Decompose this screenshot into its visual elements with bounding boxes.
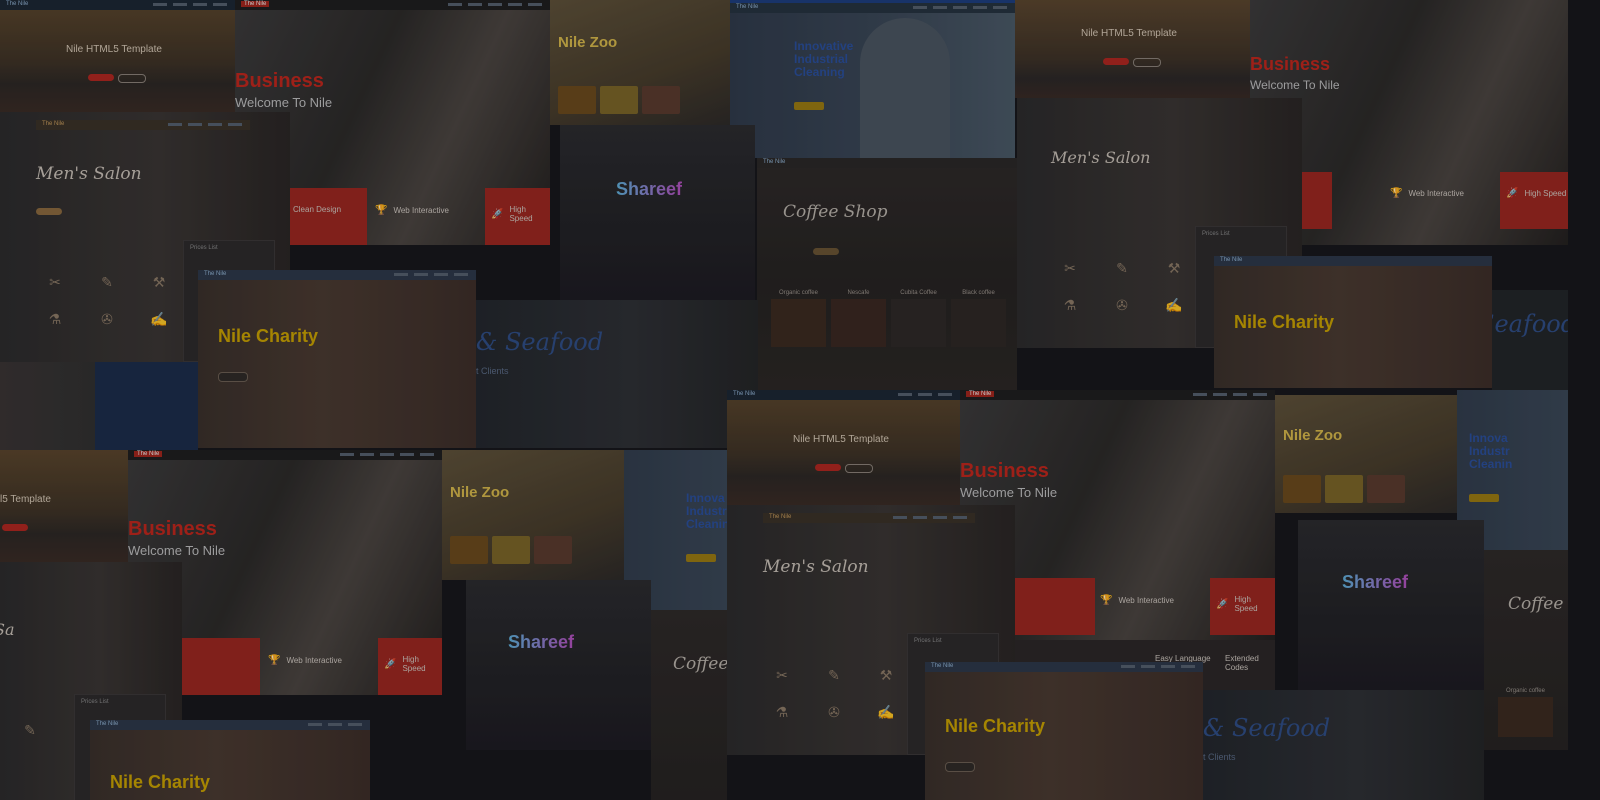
razor-icon: ✎ [24,722,36,738]
tile-navbar: The Nile [730,0,1015,13]
trophy-icon: 🏆 [1100,595,1113,606]
tile-office-1 [0,362,198,450]
tile-title: Nile Charity [1234,312,1335,332]
tile-title: Shareef [1342,572,1409,592]
tile-navbar: The Nile [128,450,442,460]
tile-cleaning-1: The Nile Innovative Industrial Cleaning [730,0,1015,158]
comb-icon: ⚒ [152,274,166,290]
tile-navbar: The Nile [1214,256,1492,266]
tile-charity-4: The Nile Nile Charity [90,720,370,800]
tile-title: Nile Charity [110,772,211,792]
tile-subtitle: Welcome To Nile [235,95,333,110]
tile-charity-1: The Nile Nile Charity [198,270,476,448]
tile-title: Coffee Shop [783,202,888,222]
tile-title: Nile Charity [218,326,319,346]
tile-title: Seafood [1492,310,1568,338]
tile-navbar: The Nile [925,662,1203,672]
tile-charity-3: The Nile Nile Charity [925,662,1203,800]
tile-title: Business [1250,54,1331,74]
tile-subtitle: Welcome To Nile [128,543,226,558]
tile-title: Men's Salon [36,164,142,184]
razor-icon: ✎ [1116,260,1128,276]
tile-title: Business [960,460,1049,482]
tile-title: Nile HTML5 Template [793,434,889,445]
tile-title: Nile Charity [945,716,1046,736]
tile-charity-2: The Nile Nile Charity [1214,256,1492,388]
tile-title: Nile HTML5 Template [66,44,162,55]
tile-nile-html5-3: The Nile Nile HTML5 Template [727,390,960,505]
tile-title: Innova Industr Cleanin [1469,431,1513,471]
trophy-icon: 🏆 [375,205,388,216]
template-collage: The Nile Nile HTML5 Template The Nile Bu… [0,0,1600,800]
tile-zoo-3: Nile Zoo [442,450,624,580]
tile-title: Men's Salon [763,557,869,577]
tile-navbar: The Nile [763,513,975,523]
rocket-icon: 🚀 [1216,598,1229,610]
comb-icon: ⚒ [1167,260,1181,276]
tile-seafood-3: & Seafood t Clients [1203,690,1484,800]
tile-nile-html5-4: l5 Template [0,450,128,562]
tile-zoo-1: Nile Zoo [550,0,730,125]
tile-shareef-3: Shareef [466,580,651,750]
rocket-icon: 🚀 [1506,188,1519,199]
tile-navbar: The Nile [0,0,235,10]
scissors-icon: ✂ [1064,260,1076,276]
tile-nile-html5-1: The Nile Nile HTML5 Template [0,0,235,112]
tile-navbar: The Nile [235,0,550,10]
tile-title: Sa [0,620,15,639]
tile-navbar: The Nile [727,390,960,400]
tile-title: Nile HTML5 Template [1081,28,1177,39]
tile-title: Men's Salon [1051,148,1151,167]
rocket-icon: 🚀 [491,208,504,220]
tile-title: Coffee [1508,594,1564,614]
rocket-icon: 🚀 [384,658,397,670]
tile-title: Business [128,518,217,540]
tile-seafood-2: Seafood [1492,290,1568,390]
razor-icon: ✎ [101,274,113,290]
logo: The Nile [6,1,29,7]
tile-navbar: The Nile [36,120,250,130]
tile-zoo-2: Nile Zoo [1275,395,1457,513]
scissors-icon: ✂ [776,667,788,683]
tile-navbar: The Nile [198,270,476,280]
tile-navbar: The Nile [757,158,1017,168]
comb-icon: ⚒ [879,667,893,683]
tile-seafood-1: & Seafood t Clients [476,300,758,448]
tile-navbar: The Nile [90,720,370,730]
tile-title: & Seafood [1203,714,1331,742]
tile-title: Shareef [616,179,683,199]
tile-shareef-1: Shareef [560,125,755,300]
tile-title: Innova Industr Cleanin [686,491,727,531]
tile-coffee-1: The Nile Coffee Shop Organic coffee Nesc… [757,158,1017,390]
tile-title: Nile Zoo [558,34,618,51]
trophy-icon: 🏆 [1390,188,1403,199]
tile-title: & Seafood [476,328,604,356]
tile-shareef-2: Shareef [1298,520,1484,690]
tile-title: Nile Zoo [450,484,510,501]
tile-title: Coffee [673,654,727,674]
tile-title: l5 Template [0,494,51,505]
tile-navbar: The Nile [960,390,1275,400]
tile-nile-html5-2: Nile HTML5 Template [1015,0,1250,98]
tile-subtitle: Welcome To Nile [960,485,1058,500]
tile-coffee-2: Coffee Organic coffee [1484,550,1568,750]
tile-coffee-3: Coffee [651,610,727,800]
tile-subtitle: Welcome To Nile [1250,78,1340,92]
razor-icon: ✎ [828,667,840,683]
trophy-icon: 🏆 [268,655,281,666]
scissors-icon: ✂ [49,274,61,290]
tile-title: Nile Zoo [1283,427,1343,444]
tile-title: Business [235,70,324,92]
tile-title: Shareef [508,632,575,652]
